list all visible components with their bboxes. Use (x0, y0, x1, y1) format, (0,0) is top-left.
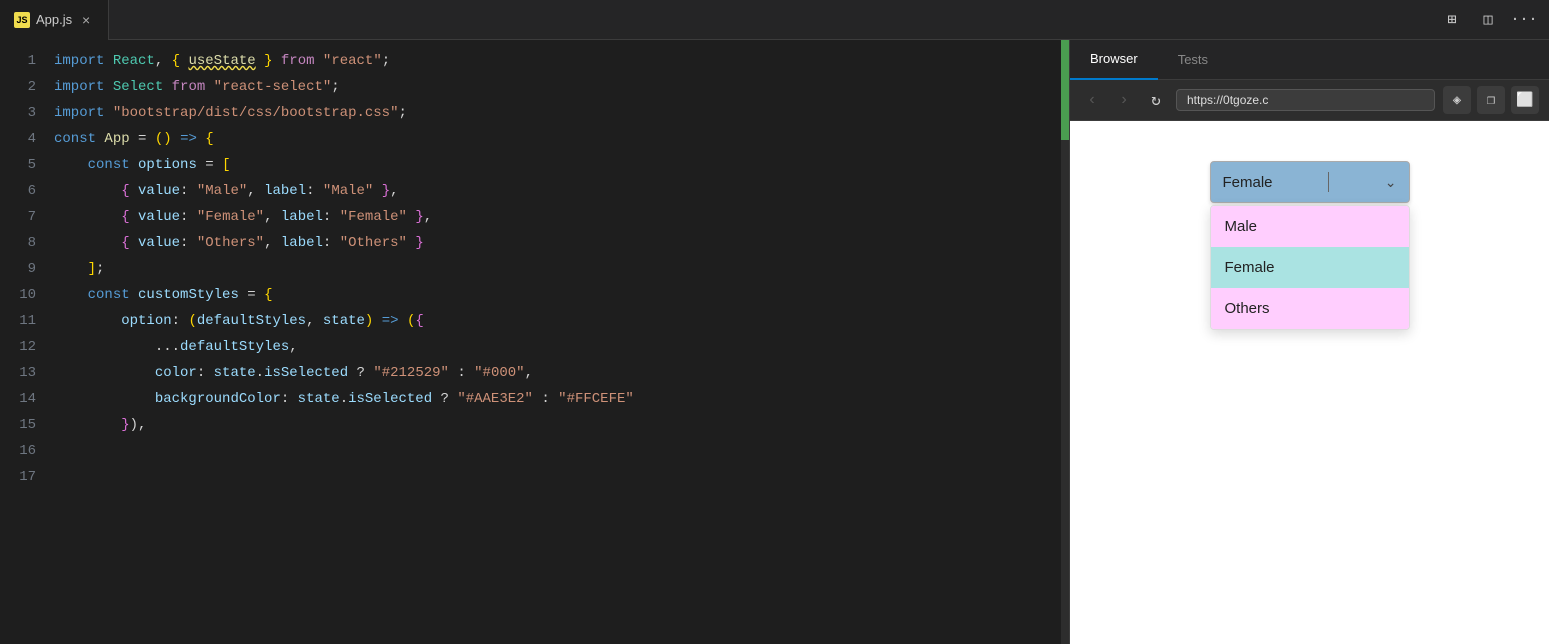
browser-action-icons: ◈ ❐ ⬜ (1443, 86, 1539, 114)
refresh-button[interactable]: ↻ (1144, 88, 1168, 112)
browser-action-3[interactable]: ⬜ (1511, 86, 1539, 114)
select-control[interactable]: Female ⌄ (1210, 161, 1410, 203)
browser-action-1[interactable]: ◈ (1443, 86, 1471, 114)
tab-tests[interactable]: Tests (1158, 40, 1228, 80)
topbar-actions: ⊞ ◫ ··· (1427, 7, 1549, 33)
select-separator (1328, 172, 1329, 192)
browser-panel: Browser Tests ‹ › ↻ ◈ ❐ ⬜ Female ⌄ (1070, 40, 1549, 644)
code-line-6: const options = [ (54, 152, 1069, 178)
option-male[interactable]: Male (1211, 206, 1409, 247)
code-line-16: }), (54, 412, 1069, 438)
code-line-10: ]; (54, 256, 1069, 282)
layout-preview-icon[interactable]: ◫ (1475, 7, 1501, 33)
code-line-14: color: state.isSelected ? "#212529" : "#… (54, 360, 1069, 386)
select-menu: Male Female Others (1210, 205, 1410, 330)
editor-panel: 1234567891011121314151617 import React, … (0, 40, 1070, 644)
code-container: 1234567891011121314151617 import React, … (0, 40, 1069, 644)
scrollbar-thumb (1061, 40, 1069, 140)
code-line-12: option: (defaultStyles, state) => ({ (54, 308, 1069, 334)
back-button[interactable]: ‹ (1080, 88, 1104, 112)
tab-filename: App.js (36, 12, 72, 27)
tab-close-icon[interactable]: × (78, 12, 94, 28)
layout-split-icon[interactable]: ⊞ (1439, 7, 1465, 33)
url-bar[interactable] (1176, 89, 1435, 111)
select-value: Female (1223, 174, 1273, 191)
code-line-1: import React, { useState } from "react"; (54, 48, 1069, 74)
forward-button[interactable]: › (1112, 88, 1136, 112)
code-line-11: const customStyles = { (54, 282, 1069, 308)
code-line-5: const App = () => { (54, 126, 1069, 152)
chevron-down-icon: ⌄ (1385, 174, 1397, 191)
browser-toolbar: ‹ › ↻ ◈ ❐ ⬜ (1070, 80, 1549, 121)
code-lines[interactable]: import React, { useState } from "react";… (50, 40, 1069, 644)
code-line-13: ...defaultStyles, (54, 334, 1069, 360)
line-numbers: 1234567891011121314151617 (0, 40, 50, 644)
option-female[interactable]: Female (1211, 247, 1409, 288)
browser-action-2[interactable]: ❐ (1477, 86, 1505, 114)
code-line-7: { value: "Male", label: "Male" }, (54, 178, 1069, 204)
main-area: 1234567891011121314151617 import React, … (0, 40, 1549, 644)
code-line-8: { value: "Female", label: "Female" }, (54, 204, 1069, 230)
select-container: Female ⌄ Male Female Others (1210, 161, 1410, 203)
more-options-icon[interactable]: ··· (1511, 7, 1537, 33)
code-line-9: { value: "Others", label: "Others" } (54, 230, 1069, 256)
js-badge: JS (14, 12, 30, 28)
code-line-3: import "bootstrap/dist/css/bootstrap.css… (54, 100, 1069, 126)
code-line-2: import Select from "react-select"; (54, 74, 1069, 100)
tab-browser[interactable]: Browser (1070, 40, 1158, 80)
code-line-15: backgroundColor: state.isSelected ? "#AA… (54, 386, 1069, 412)
browser-content: Female ⌄ Male Female Others (1070, 121, 1549, 644)
browser-tabs: Browser Tests (1070, 40, 1549, 80)
option-others[interactable]: Others (1211, 288, 1409, 329)
editor-scrollbar[interactable] (1061, 40, 1069, 644)
top-bar: JS App.js × ⊞ ◫ ··· (0, 0, 1549, 40)
editor-tab[interactable]: JS App.js × (0, 0, 109, 40)
